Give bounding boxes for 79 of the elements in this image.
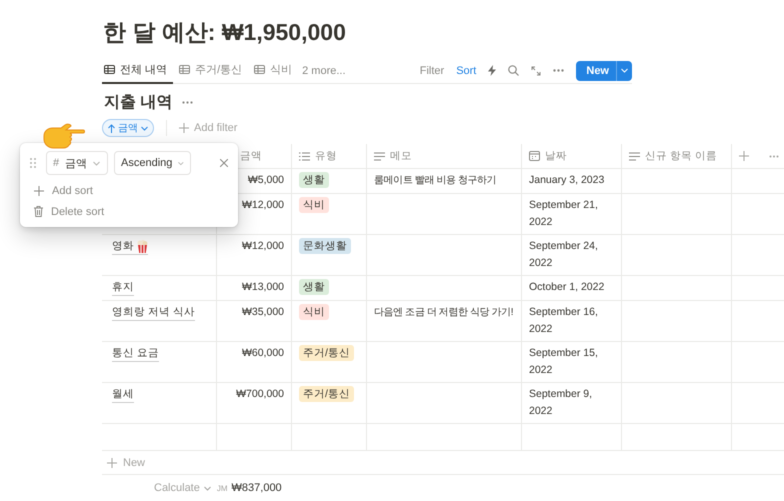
add-filter-button[interactable]: Add filter <box>179 122 238 134</box>
amount-text: ₩5,000 <box>248 174 284 186</box>
row-title[interactable]: 영희랑 저녁 식사 <box>112 305 195 321</box>
category-tag: 생활 <box>299 279 329 295</box>
delete-sort-button[interactable]: Delete sort <box>30 202 228 221</box>
text-icon <box>374 152 385 160</box>
table-icon <box>104 65 115 74</box>
search-icon[interactable] <box>508 65 520 76</box>
plus-icon <box>34 186 44 196</box>
view-tab[interactable]: 식비 <box>252 58 298 84</box>
property-select[interactable]: # 금액 <box>46 151 108 175</box>
more-icon[interactable] <box>553 69 564 72</box>
date-text: September 9, 2022 <box>529 387 594 419</box>
caret-icon <box>621 68 628 73</box>
amount-text: ₩12,000 <box>242 240 284 252</box>
table-icon <box>179 65 190 74</box>
plus-icon <box>739 151 749 161</box>
close-icon[interactable] <box>220 159 228 167</box>
view-tab[interactable]: 주거/통신 <box>177 58 248 84</box>
text-icon <box>629 152 640 160</box>
caret-icon <box>204 486 211 490</box>
hash-symbol: # <box>53 157 60 169</box>
add-sort-button[interactable]: Add sort <box>30 181 228 200</box>
amount-text: ₩12,000 <box>242 199 284 211</box>
new-button[interactable]: New <box>576 60 632 80</box>
date-text: January 3, 2023 <box>529 173 606 188</box>
memo-text: 룸메이트 빨래 비용 청구하기 <box>374 175 496 186</box>
amount-text: ₩700,000 <box>236 388 284 400</box>
row-title[interactable]: 통신 요금 <box>112 346 159 362</box>
column-header[interactable]: 금액 <box>240 149 262 163</box>
drag-handle-icon[interactable] <box>30 158 36 168</box>
category-tag: 문화생활 <box>299 238 351 254</box>
more-icon[interactable] <box>182 101 194 104</box>
expand-icon[interactable] <box>531 66 542 76</box>
memo-text: 다음엔 조금 더 저렴한 식당 가기! <box>374 307 514 318</box>
date-text: October 1, 2022 <box>529 280 606 295</box>
amount-text: ₩60,000 <box>242 347 284 359</box>
amount-text: ₩13,000 <box>242 281 284 293</box>
more-icon[interactable] <box>769 154 779 158</box>
row-title[interactable]: 휴지 <box>112 280 134 296</box>
plus-icon <box>179 123 189 133</box>
column-header[interactable]: 메모 <box>390 149 412 163</box>
amount-text: ₩35,000 <box>242 306 284 318</box>
view-tab[interactable]: 전체 내역 <box>102 58 174 84</box>
page-title: 한 달 예산: ₩1,950,000 <box>103 18 347 47</box>
new-row-button[interactable]: New <box>102 451 784 475</box>
arrow-up-icon <box>108 124 115 132</box>
caret-icon <box>178 160 184 166</box>
column-header[interactable]: 날짜 <box>545 149 567 163</box>
sum-value: ₩837,000 <box>232 482 282 494</box>
table-icon <box>254 65 266 74</box>
filter-button[interactable]: Filter <box>420 64 444 76</box>
category-tag: 주거/통신 <box>299 386 354 402</box>
trash-icon <box>34 206 43 217</box>
direction-select[interactable]: Ascending <box>114 151 191 175</box>
category-tag: 생활 <box>299 172 329 188</box>
row-title[interactable]: 영화 <box>112 239 148 255</box>
calendar-icon <box>529 151 540 161</box>
lightning-icon[interactable] <box>488 65 496 76</box>
date-text: September 21, 2022 <box>529 198 599 230</box>
date-text: September 24, 2022 <box>529 239 599 271</box>
list-icon <box>299 152 310 160</box>
caret-icon <box>141 126 148 130</box>
more-views-link[interactable]: 2 more... <box>302 64 346 76</box>
column-header[interactable]: 신규 항목 이름 <box>645 149 717 163</box>
category-tag: 식비 <box>299 304 329 320</box>
row-title[interactable]: 월세 <box>112 387 134 403</box>
category-tag: 식비 <box>299 197 329 213</box>
category-tag: 주거/통신 <box>299 345 354 361</box>
sort-button[interactable]: Sort <box>456 64 476 76</box>
sort-chip[interactable]: 금액 <box>102 119 154 137</box>
plus-icon <box>107 458 117 468</box>
date-text: September 16, 2022 <box>529 305 599 337</box>
section-title: 지출 내역 <box>104 93 172 113</box>
date-text: September 15, 2022 <box>529 346 599 378</box>
caret-icon <box>93 160 100 166</box>
sum-label: JM <box>216 484 228 492</box>
column-header[interactable]: 유형 <box>315 149 337 163</box>
calculate-button[interactable]: Calculate <box>154 482 211 494</box>
